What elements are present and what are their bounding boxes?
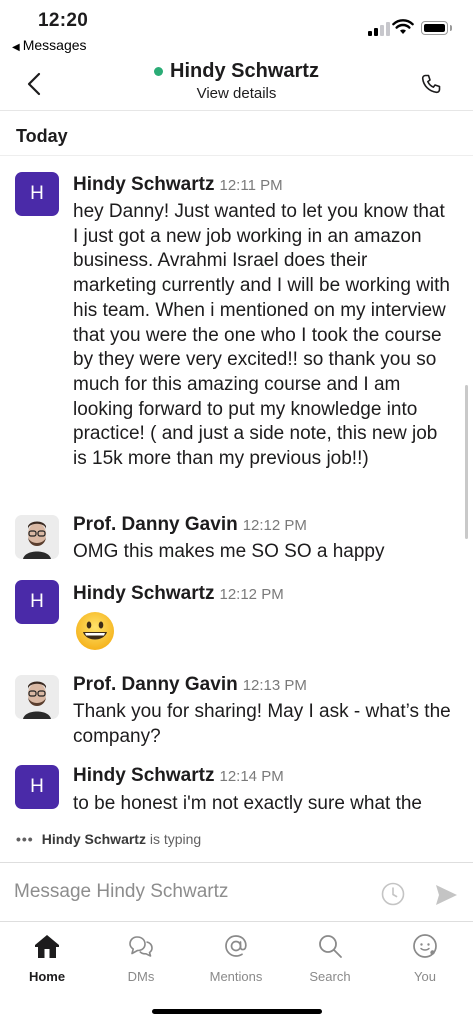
tab-label: Search xyxy=(309,969,351,984)
profile-photo-icon xyxy=(15,675,59,719)
message-timestamp: 12:14 PM xyxy=(219,768,284,785)
status-bar: 12:20 ◀ Messages xyxy=(0,0,473,58)
tab-search[interactable]: Search xyxy=(283,932,377,984)
dms-icon xyxy=(129,936,153,957)
tab-mentions[interactable]: Mentions xyxy=(189,932,283,984)
grinning-face-emoji-icon xyxy=(76,612,114,650)
tab-dms[interactable]: DMs xyxy=(94,932,188,984)
home-icon xyxy=(35,935,59,958)
search-icon xyxy=(319,935,342,958)
message-input[interactable]: Message Hindy Schwartz xyxy=(14,881,228,903)
send-icon[interactable] xyxy=(434,884,458,906)
scrollbar[interactable] xyxy=(465,385,468,539)
sender-name[interactable]: Hindy Schwartz xyxy=(73,765,214,786)
back-to-app-link[interactable]: ◀ Messages xyxy=(12,37,87,53)
avatar[interactable]: H xyxy=(15,580,59,624)
sender-name[interactable]: Hindy Schwartz xyxy=(73,583,214,604)
message-timestamp: 12:13 PM xyxy=(242,677,307,694)
message-text: OMG this makes me SO SO a happy xyxy=(73,541,385,562)
conversation-title: Hindy Schwartz xyxy=(170,60,319,82)
home-indicator[interactable] xyxy=(152,1009,322,1014)
sender-name[interactable]: Hindy Schwartz xyxy=(73,174,214,195)
message-timestamp: 12:12 PM xyxy=(242,517,307,534)
tab-you[interactable]: You xyxy=(378,932,472,984)
tab-label: DMs xyxy=(127,969,155,984)
tab-label: You xyxy=(414,969,436,984)
message-composer: Message Hindy Schwartz xyxy=(0,862,473,922)
day-divider-line xyxy=(0,155,473,156)
message-text: hey Danny! Just wanted to let you know t… xyxy=(73,201,450,470)
conversation-title-block[interactable]: Hindy Schwartz View details xyxy=(0,58,473,102)
avatar[interactable]: H xyxy=(15,765,59,809)
tab-home[interactable]: Home xyxy=(0,932,94,984)
back-triangle-icon: ◀ xyxy=(12,42,20,53)
tab-label: Home xyxy=(28,969,66,984)
status-time: 12:20 xyxy=(38,10,89,31)
typing-suffix: is typing xyxy=(145,831,202,847)
you-icon xyxy=(413,934,437,958)
conversation-header: Hindy Schwartz View details xyxy=(0,58,473,111)
typing-name: Hindy Schwartz xyxy=(41,831,146,847)
message-text: to be honest i'm not exactly sure what t… xyxy=(73,793,422,814)
profile-photo-icon xyxy=(15,515,59,559)
tab-label: Mentions xyxy=(209,969,263,984)
avatar[interactable] xyxy=(15,515,59,559)
battery-icon xyxy=(421,21,452,35)
avatar[interactable]: H xyxy=(15,172,59,216)
back-app-label: Messages xyxy=(22,37,87,53)
sender-name[interactable]: Prof. Danny Gavin xyxy=(73,674,238,695)
sender-name[interactable]: Prof. Danny Gavin xyxy=(73,514,238,535)
phone-icon[interactable] xyxy=(419,72,443,96)
schedule-clock-icon[interactable] xyxy=(381,882,405,906)
message-timestamp: 12:12 PM xyxy=(219,586,284,603)
day-divider-label: Today xyxy=(16,126,68,146)
typing-dots-icon: ••• xyxy=(16,831,34,847)
view-details-link[interactable]: View details xyxy=(0,85,473,102)
typing-indicator: ••• Hindy Schwartz is typing xyxy=(16,831,201,847)
avatar[interactable] xyxy=(15,675,59,719)
message-text: Thank you for sharing! May I ask - what’… xyxy=(73,701,451,747)
wifi-icon xyxy=(392,19,414,34)
presence-dot-icon xyxy=(154,67,164,76)
mentions-icon xyxy=(225,935,247,957)
cellular-signal-icon xyxy=(368,22,390,36)
message-timestamp: 12:11 PM xyxy=(219,177,283,194)
